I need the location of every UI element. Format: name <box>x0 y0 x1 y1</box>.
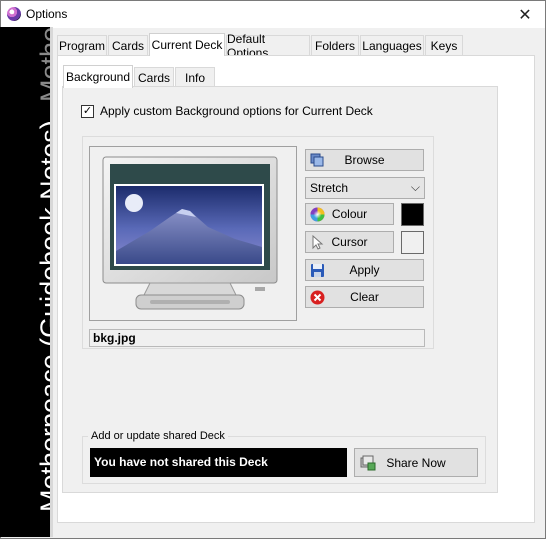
share-deck-icon <box>360 455 376 471</box>
red-x-icon <box>310 290 325 305</box>
colour-swatch[interactable] <box>401 203 424 226</box>
stretch-select[interactable]: Stretch ⌵ <box>305 177 425 199</box>
window-title: Options <box>26 7 68 21</box>
tab-cards[interactable]: Cards <box>108 35 148 55</box>
apply-custom-label[interactable]: Apply custom Background options for Curr… <box>100 104 373 118</box>
shared-deck-legend: Add or update shared Deck <box>88 430 228 442</box>
floppy-disk-icon <box>310 263 325 278</box>
share-now-label: Share Now <box>386 455 446 470</box>
cursor-colour-swatch[interactable] <box>401 231 424 254</box>
clear-button[interactable]: Clear <box>305 286 424 308</box>
subtab-background[interactable]: Background <box>63 65 133 88</box>
chevron-down-icon: ⌵ <box>410 180 420 194</box>
background-preview <box>89 146 297 321</box>
deck-sidebar: Motherpeace Motherpeace (Guidebook Notes… <box>0 27 50 537</box>
colour-wheel-icon <box>310 207 325 222</box>
monitor-preview-image <box>102 156 278 310</box>
apply-custom-checkbox[interactable]: ✓ <box>81 105 94 118</box>
tab-keys[interactable]: Keys <box>425 35 463 55</box>
browse-images-icon <box>310 153 325 168</box>
subtab-info[interactable]: Info <box>175 67 215 87</box>
shared-status-text: You have not shared this Deck <box>90 448 347 477</box>
sidebar-deck-title: Motherpeace (Guidebook Notes) <box>35 120 50 512</box>
subtab-cards[interactable]: Cards <box>134 67 174 87</box>
tab-program[interactable]: Program <box>57 35 107 55</box>
colour-button-label: Colour <box>331 207 368 221</box>
sidebar-divider <box>50 27 53 537</box>
tab-folders[interactable]: Folders <box>311 35 359 55</box>
tab-current-deck[interactable]: Current Deck <box>149 33 225 56</box>
background-file-name: bkg.jpg <box>89 329 425 347</box>
cursor-button-label: Cursor <box>331 235 368 249</box>
colour-button[interactable]: Colour <box>305 203 394 225</box>
sidebar-ghost-title: Motherpeace <box>25 27 50 102</box>
apply-button-label: Apply <box>349 263 380 277</box>
cursor-button[interactable]: Cursor <box>305 231 394 253</box>
app-icon <box>7 7 21 21</box>
clear-button-label: Clear <box>350 290 379 304</box>
cursor-arrow-icon <box>310 234 325 250</box>
close-icon[interactable]: ✕ <box>505 1 545 28</box>
tab-default-options[interactable]: Default Options <box>226 32 310 60</box>
stretch-select-value: Stretch <box>310 181 349 195</box>
tab-languages[interactable]: Languages <box>360 35 424 55</box>
browse-button-label: Browse <box>344 153 385 167</box>
share-now-button[interactable]: Share Now <box>354 448 478 477</box>
browse-button[interactable]: Browse <box>305 149 424 171</box>
apply-button[interactable]: Apply <box>305 259 424 281</box>
title-bar: Options ✕ <box>1 1 545 28</box>
